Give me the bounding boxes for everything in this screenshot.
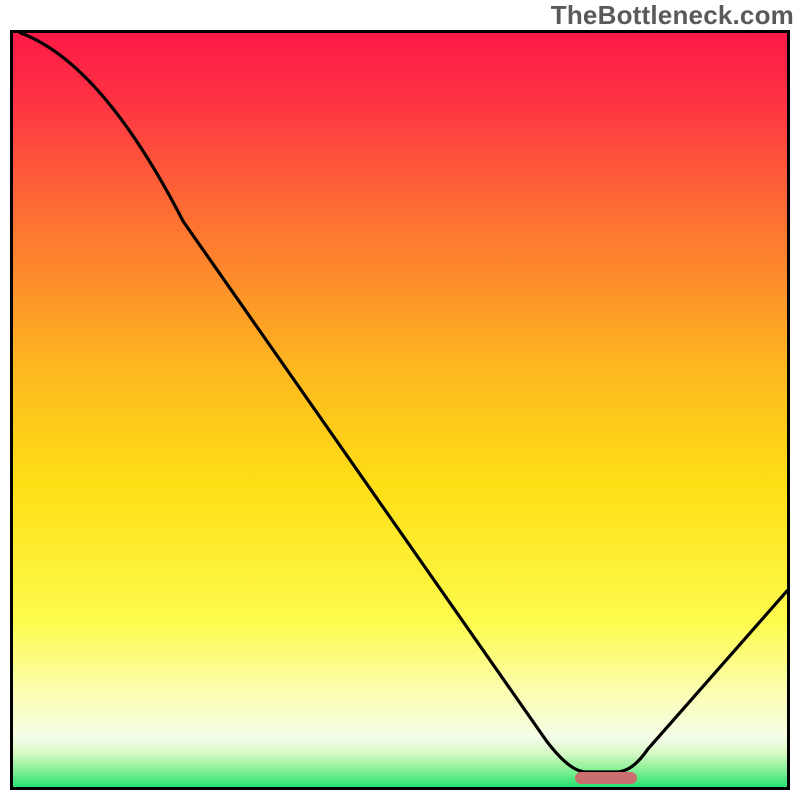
plot-svg	[13, 33, 787, 787]
bottleneck-plot	[10, 30, 790, 790]
chart-frame: TheBottleneck.com	[0, 0, 800, 800]
watermark-text: TheBottleneck.com	[551, 0, 794, 31]
optimum-marker	[575, 772, 637, 784]
gradient-background	[13, 33, 787, 787]
